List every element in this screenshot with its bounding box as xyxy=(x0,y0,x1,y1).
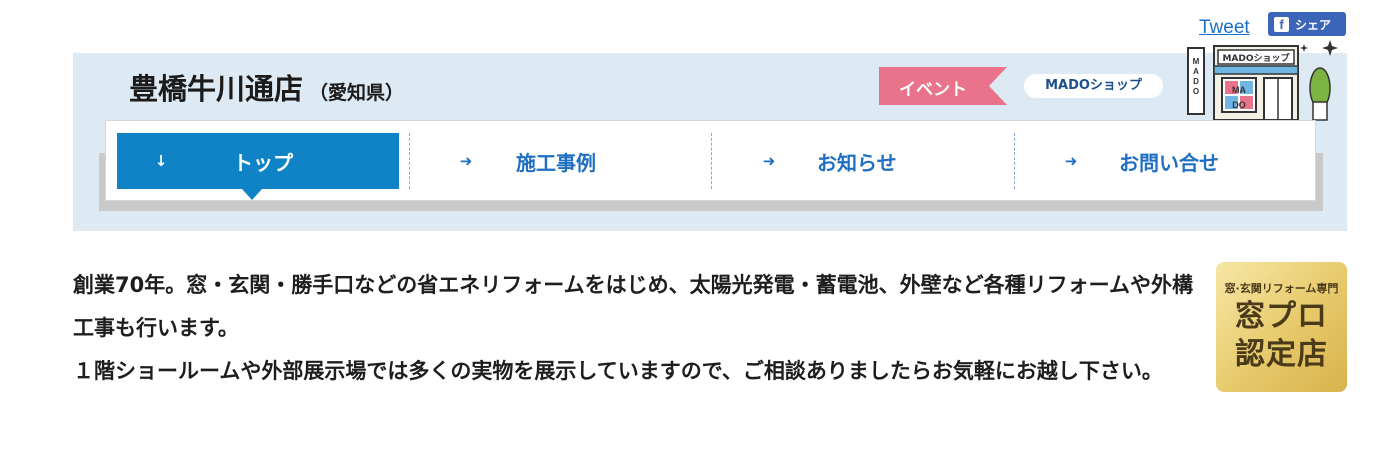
tweet-link[interactable]: Tweet xyxy=(1199,17,1250,39)
store-nav: ↓ トップ ➜ 施工事例 ➜ お知らせ ➜ お問い合せ xyxy=(105,120,1316,201)
nav-item-label: 施工事例 xyxy=(516,150,596,175)
certified-store-badge: 窓·玄関リフォーム専門 窓プロ 認定店 xyxy=(1216,262,1347,392)
svg-text:DO: DO xyxy=(1232,100,1246,110)
nav-divider xyxy=(711,133,712,189)
svg-text:D: D xyxy=(1193,77,1199,86)
badge-caption: 窓·玄関リフォーム専門 xyxy=(1224,282,1339,295)
page-title: 豊橋牛川通店 （愛知県） xyxy=(129,66,404,108)
arrow-right-icon: ➜ xyxy=(762,152,776,170)
mado-shop-badge[interactable]: MADOショップ xyxy=(1024,74,1163,98)
description-paragraph: 創業70年。窓・玄関・勝手口などの省エネリフォームをはじめ、太陽光発電・蓄電池、… xyxy=(73,273,1193,340)
arrow-right-icon: ➜ xyxy=(459,152,473,170)
shop-illustration: M A D O MADOショップ MA DO xyxy=(1187,40,1338,121)
nav-divider xyxy=(409,133,410,189)
facebook-share-button[interactable]: f シェア xyxy=(1268,12,1346,36)
nav-item-label: お問い合せ xyxy=(1119,150,1219,175)
arrow-right-icon: ➜ xyxy=(1064,152,1078,170)
arrow-down-icon: ↓ xyxy=(154,152,168,170)
svg-text:MA: MA xyxy=(1232,85,1246,95)
share-label: シェア xyxy=(1295,17,1332,32)
svg-text:A: A xyxy=(1193,67,1199,76)
badge-line2: 認定店 xyxy=(1235,337,1328,372)
nav-item-contact[interactable]: ➜ お問い合せ xyxy=(1063,133,1219,189)
store-name: 豊橋牛川通店 xyxy=(129,72,304,106)
facebook-icon: f xyxy=(1274,16,1289,32)
event-tag[interactable]: イベント xyxy=(879,67,1007,105)
nav-item-label: トップ xyxy=(233,150,293,175)
prefecture-label: （愛知県） xyxy=(309,82,405,104)
nav-item-label: お知らせ xyxy=(817,150,897,175)
nav-item-news[interactable]: ➜ お知らせ xyxy=(761,133,897,189)
illust-shop-sign: MADOショップ xyxy=(1222,52,1290,64)
store-description: 創業70年。窓・玄関・勝手口などの省エネリフォームをはじめ、太陽光発電・蓄電池、… xyxy=(73,264,1203,393)
nav-item-top[interactable]: ↓ トップ xyxy=(117,133,399,200)
nav-item-cases[interactable]: ➜ 施工事例 xyxy=(458,133,596,189)
illust-vertical-sign: M xyxy=(1193,57,1200,66)
svg-text:O: O xyxy=(1193,87,1199,96)
nav-divider xyxy=(1014,133,1015,189)
description-paragraph: １階ショールームや外部展示場では多くの実物を展示していますので、ご相談ありました… xyxy=(73,359,1163,383)
badge-line1: 窓プロ xyxy=(1235,299,1328,334)
event-tag-label: イベント xyxy=(899,80,967,100)
